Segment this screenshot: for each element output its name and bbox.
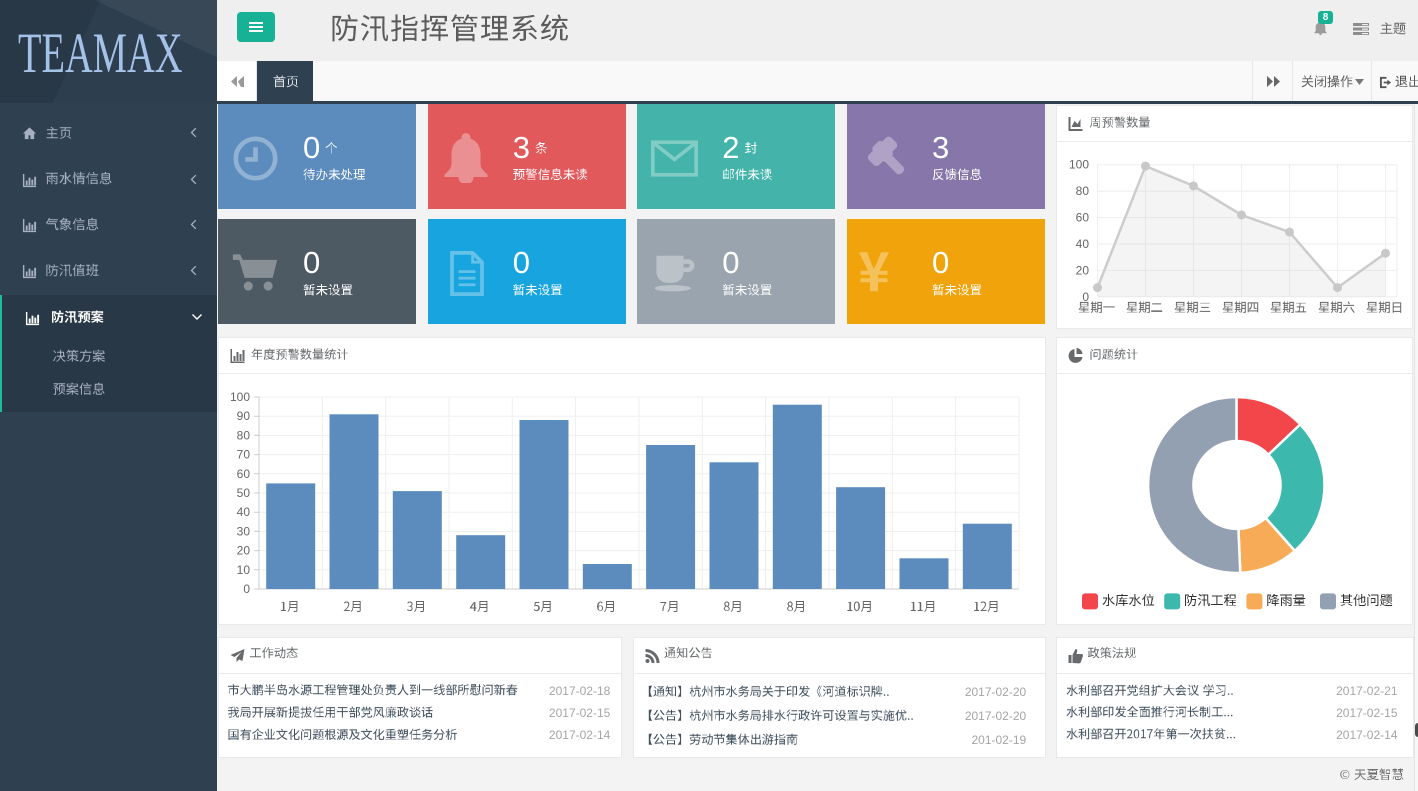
svg-text:20: 20 [237, 544, 251, 558]
svg-text:100: 100 [1069, 158, 1089, 172]
svg-text:30: 30 [237, 524, 251, 538]
svg-text:20: 20 [1076, 263, 1090, 277]
svg-text:70: 70 [237, 448, 251, 462]
svg-text:40: 40 [237, 505, 251, 519]
svg-text:0: 0 [1082, 290, 1089, 304]
svg-text:80: 80 [237, 428, 251, 442]
svg-text:80: 80 [1076, 184, 1090, 198]
svg-text:50: 50 [237, 486, 251, 500]
svg-text:100: 100 [230, 390, 250, 404]
svg-text:90: 90 [237, 409, 251, 423]
svg-text:60: 60 [237, 467, 251, 481]
svg-text:40: 40 [1076, 237, 1090, 251]
svg-text:0: 0 [243, 582, 250, 596]
svg-text:10: 10 [237, 563, 251, 577]
svg-text:60: 60 [1076, 210, 1090, 224]
